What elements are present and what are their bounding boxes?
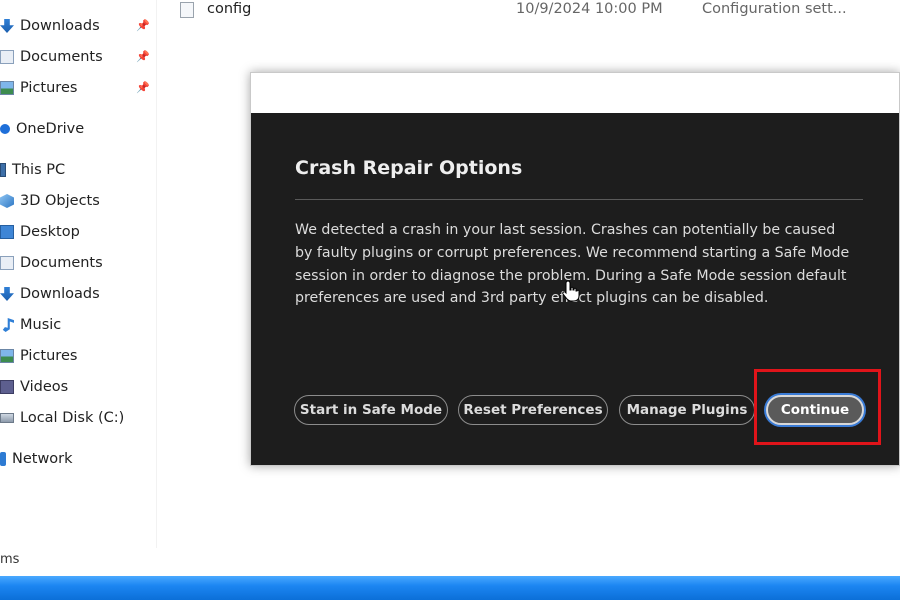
download-icon bbox=[0, 19, 14, 33]
nav-item-label: Downloads bbox=[20, 286, 100, 302]
nav-item-label: OneDrive bbox=[16, 121, 85, 137]
nav-item-downloads[interactable]: Downloads bbox=[0, 282, 100, 306]
nav-item-pictures[interactable]: Pictures bbox=[0, 344, 77, 368]
nav-item-network[interactable]: Network bbox=[0, 447, 73, 471]
file-type: Configuration sett... bbox=[702, 1, 847, 17]
pin-icon: 📌 bbox=[136, 19, 150, 32]
nav-item-documents-quick[interactable]: Documents bbox=[0, 45, 103, 69]
dialog-title: Crash Repair Options bbox=[295, 157, 523, 179]
pictures-icon bbox=[0, 81, 14, 95]
nav-item-onedrive[interactable]: OneDrive bbox=[0, 117, 84, 141]
nav-item-label: 3D Objects bbox=[20, 193, 100, 209]
reset-preferences-button[interactable]: Reset Preferences bbox=[458, 395, 608, 425]
nav-item-label: Downloads bbox=[20, 18, 100, 34]
start-safe-mode-button[interactable]: Start in Safe Mode bbox=[294, 395, 448, 425]
nav-item-label: Network bbox=[12, 451, 73, 467]
nav-item-label: Pictures bbox=[20, 80, 78, 96]
network-icon bbox=[0, 452, 6, 466]
file-name: config bbox=[207, 1, 252, 17]
nav-item-music[interactable]: Music bbox=[0, 313, 61, 337]
dialog-divider bbox=[295, 199, 863, 200]
config-file-icon bbox=[180, 2, 194, 18]
nav-item-downloads-quick[interactable]: Downloads bbox=[0, 14, 100, 38]
nav-item-local-disk[interactable]: Local Disk (C:) bbox=[0, 406, 124, 430]
pictures-icon bbox=[0, 349, 14, 363]
3d-objects-icon bbox=[0, 194, 14, 208]
document-icon bbox=[0, 256, 14, 270]
local-disk-icon bbox=[0, 413, 14, 423]
manage-plugins-button[interactable]: Manage Plugins bbox=[619, 395, 755, 425]
nav-item-label: This PC bbox=[12, 162, 66, 178]
download-icon bbox=[0, 287, 14, 301]
nav-item-label: Documents bbox=[20, 49, 103, 65]
highlight-annotation bbox=[754, 369, 881, 445]
nav-item-this-pc[interactable]: This PC bbox=[0, 158, 65, 182]
nav-item-label: Desktop bbox=[20, 224, 80, 240]
nav-item-desktop[interactable]: Desktop bbox=[0, 220, 80, 244]
nav-item-videos[interactable]: Videos bbox=[0, 375, 68, 399]
file-date-modified: 10/9/2024 10:00 PM bbox=[516, 1, 663, 17]
computer-icon bbox=[0, 163, 6, 177]
desktop-icon bbox=[0, 225, 14, 239]
document-icon bbox=[0, 50, 14, 64]
nav-item-3d-objects[interactable]: 3D Objects bbox=[0, 189, 100, 213]
dialog-titlebar[interactable] bbox=[251, 73, 899, 113]
nav-item-pictures-quick[interactable]: Pictures bbox=[0, 76, 77, 100]
nav-item-label: Pictures bbox=[20, 348, 78, 364]
navigation-pane: Downloads 📌 Documents 📌 Pictures 📌 OneDr… bbox=[0, 0, 157, 548]
onedrive-icon bbox=[0, 124, 10, 134]
taskbar[interactable] bbox=[0, 576, 900, 600]
file-row-config[interactable]: config 10/9/2024 10:00 PM Configuration … bbox=[180, 0, 880, 22]
nav-item-documents[interactable]: Documents bbox=[0, 251, 103, 275]
pin-icon: 📌 bbox=[136, 81, 150, 94]
music-icon bbox=[2, 318, 14, 332]
pin-icon: 📌 bbox=[136, 50, 150, 63]
nav-item-label: Documents bbox=[20, 255, 103, 271]
nav-item-label: Local Disk (C:) bbox=[20, 410, 125, 426]
nav-item-label: Videos bbox=[20, 379, 69, 395]
nav-item-label: Music bbox=[20, 317, 62, 333]
videos-icon bbox=[0, 380, 14, 394]
status-bar-text: ms bbox=[0, 552, 20, 567]
hand-cursor-icon bbox=[562, 280, 580, 302]
